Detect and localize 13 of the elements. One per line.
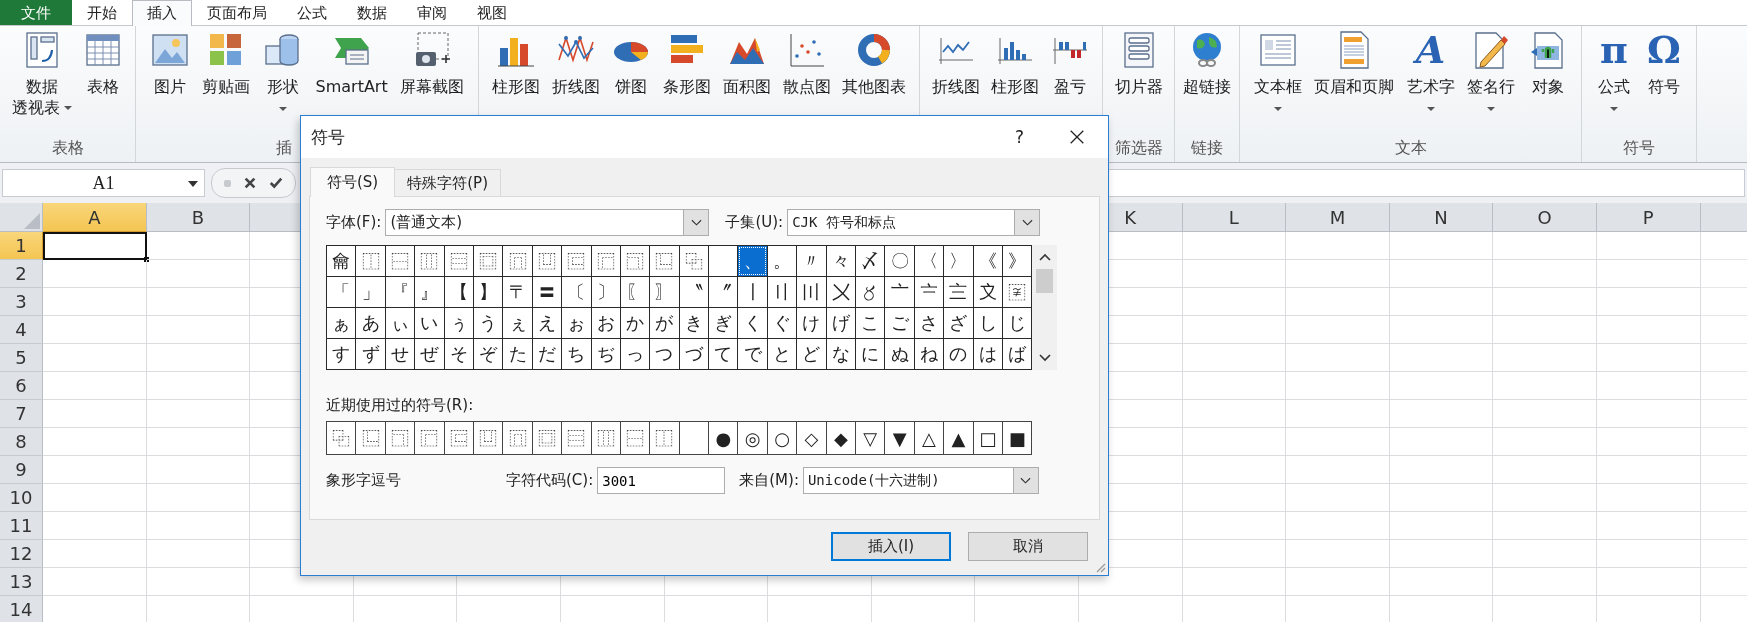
group-label: 链接: [1191, 137, 1223, 159]
field-label: 子集(U):: [725, 213, 784, 232]
group-label: 符号: [1623, 137, 1655, 159]
group-label: 插: [276, 137, 292, 159]
group-label: 文本: [1394, 137, 1427, 159]
field-label: 字符代码(C):: [506, 471, 594, 490]
field-label: 来自(M):: [739, 471, 799, 490]
recent-label: 近期使用过的符号(R):: [326, 396, 475, 416]
group-label: 表格: [51, 137, 84, 159]
group-label: 筛选器: [1114, 137, 1163, 159]
dialog-title: 符号: [311, 125, 346, 149]
character-name: 象形字逗号: [326, 471, 402, 490]
field-label: 字体(F):: [326, 213, 382, 232]
